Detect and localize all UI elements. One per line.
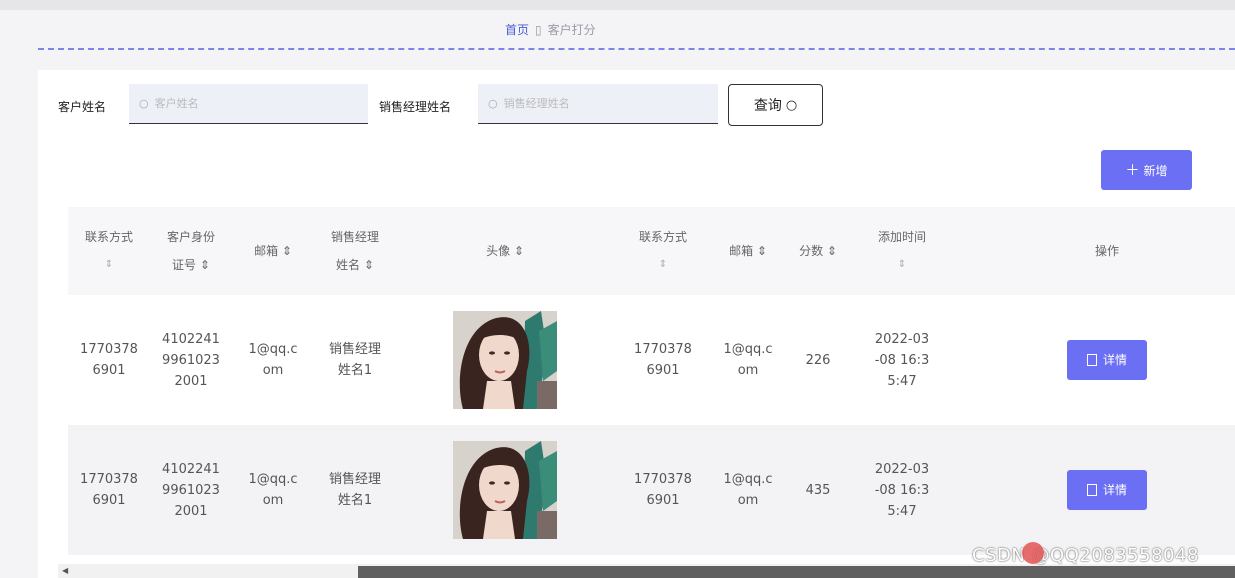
cell-time: 2022-03 -08 16:3 5:47 [874,461,930,519]
detail-button[interactable]: 详情 [1067,470,1147,510]
cell-email-2: 1@qq.c om [723,342,773,378]
avatar [453,441,557,539]
header-text: 联系方式 [638,230,687,244]
table-row: 1770378 6901 4102241 9961023 2001 1@qq.c om … [68,425,1235,555]
manager-name-label: 销售经理姓名 [379,100,452,114]
search-icon: ○ [785,97,798,113]
customer-name-label: 客户姓名 [58,100,107,114]
cell-manager: 销售经理 姓名1 [328,342,381,378]
cell-manager: 销售经理 姓名1 [328,472,381,508]
header-action: 操作 [1094,244,1119,258]
detail-button-label: 详情 [1102,352,1127,367]
cell-contact-2: 1770378 6901 [634,342,692,378]
cell-email: 1@qq.c om [248,342,298,378]
header-text: 证号 ⇕ [172,258,210,272]
breadcrumb-separator-icon: ▯ [535,22,542,37]
avatar [453,311,557,409]
customer-name-search[interactable]: ○ [129,84,368,124]
search-icon: ○ [488,97,498,110]
header-avatar[interactable]: 头像 ⇕ [396,207,614,295]
sort-icon[interactable]: ⇕ [878,251,926,279]
dashed-divider [38,48,1235,50]
header-text: 客户身份 [166,230,215,244]
header-email-2[interactable]: 邮箱 ⇕ [712,207,784,295]
document-icon [1086,484,1097,496]
breadcrumb-home[interactable]: 首页 [505,21,529,38]
cell-contact-2: 1770378 6901 [634,472,692,508]
cell-email: 1@qq.c om [248,472,298,508]
sort-icon[interactable]: ⇕ [639,251,687,279]
cell-score: 435 [805,482,831,498]
customer-name-input[interactable] [152,96,337,111]
cell-contact: 1770378 6901 [80,342,138,378]
top-bar [0,0,1235,10]
sort-icon[interactable]: ⇕ [85,251,133,279]
cursor-icon [1022,542,1044,564]
header-time[interactable]: 添加时间 ⇕ [852,207,952,295]
query-button-label: 查询 [753,98,782,114]
header-contact[interactable]: 联系方式 ⇕ [68,207,150,295]
query-button[interactable]: 查询 ○ [728,84,823,126]
header-score[interactable]: 分数 ⇕ [784,207,852,295]
breadcrumb-current: 客户打分 [547,23,596,37]
document-icon [1086,354,1097,366]
horizontal-scrollbar[interactable]: ◀ [58,564,1235,578]
header-contact-2[interactable]: 联系方式 ⇕ [614,207,712,295]
cell-time: 2022-03 -08 16:3 5:47 [874,331,930,389]
cell-id-card: 4102241 9961023 2001 [162,331,220,389]
cell-contact: 1770378 6901 [80,472,138,508]
cell-id-card: 4102241 9961023 2001 [162,461,220,519]
manager-name-input[interactable] [501,96,686,111]
detail-button-label: 详情 [1102,482,1127,497]
header-text: 销售经理 [330,230,379,244]
cell-avatar [396,295,614,425]
cell-action: 详情 [952,425,1235,555]
manager-name-search[interactable]: ○ [478,84,718,124]
cell-email-2: 1@qq.c om [723,472,773,508]
header-text: 添加时间 [877,230,926,244]
search-icon: ○ [139,97,149,110]
header-manager[interactable]: 销售经理姓名 ⇕ [314,207,396,295]
add-button-label: 新增 [1143,163,1168,178]
cell-avatar [396,425,614,555]
add-button[interactable]: ＋ 新增 [1101,150,1192,190]
breadcrumb: 首页 ▯ 客户打分 [505,21,596,38]
scroll-left-arrow-icon[interactable]: ◀ [62,566,68,575]
plus-icon: ＋ [1125,163,1140,179]
header-text: 联系方式 [84,230,133,244]
cell-score: 226 [805,352,831,368]
header-email[interactable]: 邮箱 ⇕ [232,207,314,295]
header-id-card[interactable]: 客户身份证号 ⇕ [150,207,232,295]
header-text: 姓名 ⇕ [336,258,374,272]
table-header: 联系方式 ⇕ 客户身份 证号 ⇕ 邮箱 ⇕ 销售经理 姓名 ⇕ 头像 ⇕ 联系方式 ⇕ … [68,207,1235,295]
scroll-thumb[interactable] [358,566,1235,578]
table-row: 1770378 6901 4102241 9961023 2001 1@qq.c om … [68,295,1235,425]
detail-button[interactable]: 详情 [1067,340,1147,380]
watermark: CSDN @QQ2083558048 [972,545,1199,566]
cell-action: 详情 [952,295,1235,425]
